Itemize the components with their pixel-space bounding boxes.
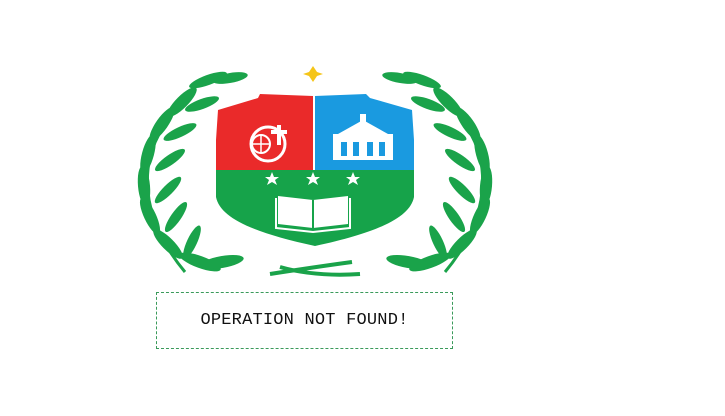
error-message-box: OPERATION NOT FOUND! (156, 292, 453, 349)
error-message-text: OPERATION NOT FOUND! (200, 311, 409, 330)
crest-emblem (137, 66, 493, 277)
laurel-stems-icon (269, 260, 361, 277)
top-star-icon (303, 66, 323, 82)
